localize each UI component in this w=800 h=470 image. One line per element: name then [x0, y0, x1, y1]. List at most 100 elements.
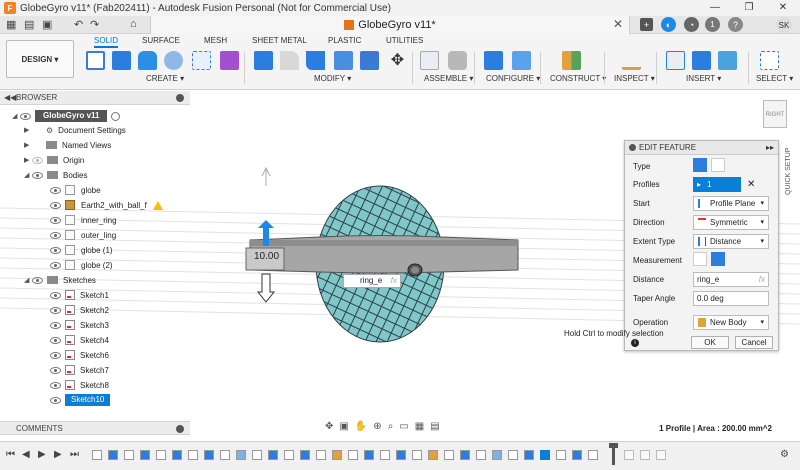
tab-surface[interactable]: SURFACE [142, 36, 180, 45]
timeline-back-icon[interactable]: ◀ [22, 449, 30, 460]
tree-item-origin[interactable]: ▶ Origin [24, 153, 84, 167]
configure-table-icon[interactable] [512, 51, 531, 70]
visibility-eye-icon[interactable] [50, 321, 61, 329]
close-window-button[interactable]: ✕ [766, 0, 800, 16]
cancel-button[interactable]: Cancel [735, 336, 773, 349]
modify-menu[interactable]: MODIFY ▾ [314, 74, 351, 83]
combine-icon[interactable] [360, 51, 379, 70]
timeline-feature-icon[interactable] [156, 450, 166, 460]
extent-dropdown[interactable]: Distance ▾ [693, 233, 769, 249]
extensions-icon[interactable]: ◐ [661, 17, 676, 32]
timeline-start-icon[interactable]: ⏮ [6, 449, 15, 460]
browser-pin-icon[interactable] [176, 94, 184, 102]
tab-solid[interactable]: SOLID [94, 36, 119, 48]
browser-collapse-icon[interactable]: ◀◀ [4, 91, 16, 105]
timeline-feature-icon[interactable] [268, 450, 278, 460]
visibility-eye-icon[interactable] [50, 201, 61, 209]
timeline-feature-icon[interactable] [492, 450, 502, 460]
distance-input[interactable]: ring_e fx [693, 271, 769, 287]
notification-badge[interactable]: 1 [705, 17, 720, 32]
tree-item-sketch[interactable]: Sketch1 [50, 288, 109, 302]
minimize-button[interactable]: — [698, 0, 732, 16]
visibility-eye-icon[interactable] [32, 171, 43, 179]
expand-arrow-icon[interactable]: ◢ [24, 276, 32, 284]
clear-selection-icon[interactable]: ✕ [747, 179, 755, 190]
expand-arrow-icon[interactable]: ◢ [24, 171, 32, 179]
visibility-eye-icon[interactable] [32, 156, 43, 164]
timeline-feature-icon[interactable] [332, 450, 342, 460]
data-panel-grid-icon[interactable]: ▦ [6, 18, 16, 31]
visibility-eye-icon[interactable] [50, 261, 61, 269]
dialog-header[interactable]: EDIT FEATURE ▸▸ [625, 141, 778, 155]
visibility-eye-icon[interactable] [50, 231, 61, 239]
timeline-feature-icon[interactable] [316, 450, 326, 460]
taper-input[interactable]: 0.0 deg [693, 290, 769, 306]
operation-dropdown[interactable]: New Body ▾ [693, 314, 769, 330]
tree-item-sketches[interactable]: ◢ Sketches [24, 273, 96, 287]
timeline-play-icon[interactable]: ▶ [38, 449, 46, 460]
quick-setup-tab[interactable]: QUICK SETUP [785, 148, 792, 195]
timeline-feature-icon[interactable] [444, 450, 454, 460]
visibility-eye-icon[interactable] [50, 306, 61, 314]
ok-button[interactable]: OK [691, 336, 729, 349]
create-form-icon[interactable] [220, 51, 239, 70]
viewports-icon[interactable]: ▤ [430, 421, 439, 435]
dialog-expand-icon[interactable]: ▸▸ [766, 141, 774, 155]
tree-item-named-views[interactable]: ▶ Named Views [24, 138, 111, 152]
revolve-icon[interactable] [138, 51, 157, 70]
tab-plastic[interactable]: PLASTIC [328, 36, 361, 45]
grid-settings-icon[interactable]: ▦ [415, 421, 424, 435]
insert-derive-icon[interactable] [666, 51, 685, 70]
activate-radio-icon[interactable] [111, 111, 121, 121]
measure-icon[interactable] [622, 51, 641, 70]
new-tab-icon[interactable]: + [640, 18, 653, 31]
tree-item-body[interactable]: outer_ling [50, 228, 116, 242]
comments-pin-icon[interactable] [176, 425, 184, 433]
timeline-feature-icon[interactable] [172, 450, 182, 460]
direction-dropdown[interactable]: Symmetric ▾ [693, 214, 769, 230]
display-settings-icon[interactable]: ▭ [399, 421, 408, 435]
visibility-eye-icon[interactable] [32, 276, 43, 284]
visibility-eye-icon[interactable] [50, 291, 61, 299]
timeline-feature-icon[interactable] [476, 450, 486, 460]
tab-mesh[interactable]: MESH [204, 36, 227, 45]
save-icon[interactable]: ▣ [42, 18, 52, 31]
undo-icon[interactable]: ↶ [74, 18, 83, 31]
visibility-eye-icon[interactable] [50, 381, 61, 389]
timeline-feature-icon[interactable] [656, 450, 666, 460]
tree-item-body[interactable]: globe [50, 183, 101, 197]
timeline-feature-icon[interactable] [284, 450, 294, 460]
home-icon[interactable]: ⌂ [130, 18, 137, 30]
timeline-feature-icon[interactable] [572, 450, 582, 460]
document-tab-close-icon[interactable]: ✕ [613, 17, 623, 31]
timeline-active-feature-icon[interactable] [540, 450, 550, 460]
timeline-feature-icon[interactable] [108, 450, 118, 460]
insert-menu[interactable]: INSERT ▾ [686, 74, 721, 83]
help-icon[interactable]: ? [728, 17, 743, 32]
tree-item-sketch[interactable]: Sketch2 [50, 303, 109, 317]
ring-distance-input[interactable]: ring_e fx [343, 274, 401, 288]
info-icon[interactable]: i [631, 339, 639, 347]
timeline-feature-icon[interactable] [236, 450, 246, 460]
timeline-feature-icon[interactable] [380, 450, 390, 460]
timeline-feature-icon[interactable] [92, 450, 102, 460]
visibility-eye-icon[interactable] [50, 216, 61, 224]
ring-distance-fx[interactable]: fx [391, 275, 397, 287]
timeline-feature-icon[interactable] [220, 450, 230, 460]
pattern-icon[interactable] [192, 51, 211, 70]
timeline-feature-icon[interactable] [348, 450, 358, 460]
new-component-icon[interactable] [420, 51, 439, 70]
tree-item-sketch[interactable]: Sketch7 [50, 363, 109, 377]
expand-arrow-icon[interactable]: ▶ [24, 126, 32, 134]
warning-icon[interactable] [152, 200, 163, 210]
file-menu-icon[interactable]: ▤ [24, 18, 34, 31]
timeline-feature-icon[interactable] [204, 450, 214, 460]
construct-menu[interactable]: CONSTRUCT ▾ [550, 74, 606, 83]
expand-arrow-icon[interactable]: ◢ [12, 112, 20, 120]
zoom-icon[interactable]: ⊕ [373, 421, 381, 435]
maximize-button[interactable]: ❐ [732, 0, 766, 16]
hole-icon[interactable] [164, 51, 183, 70]
tree-item-sketch[interactable]: Sketch8 [50, 378, 109, 392]
workspace-switcher[interactable]: DESIGN ▾ [6, 40, 74, 78]
browser-panel-header[interactable]: ◀◀ BROWSER [0, 91, 190, 105]
